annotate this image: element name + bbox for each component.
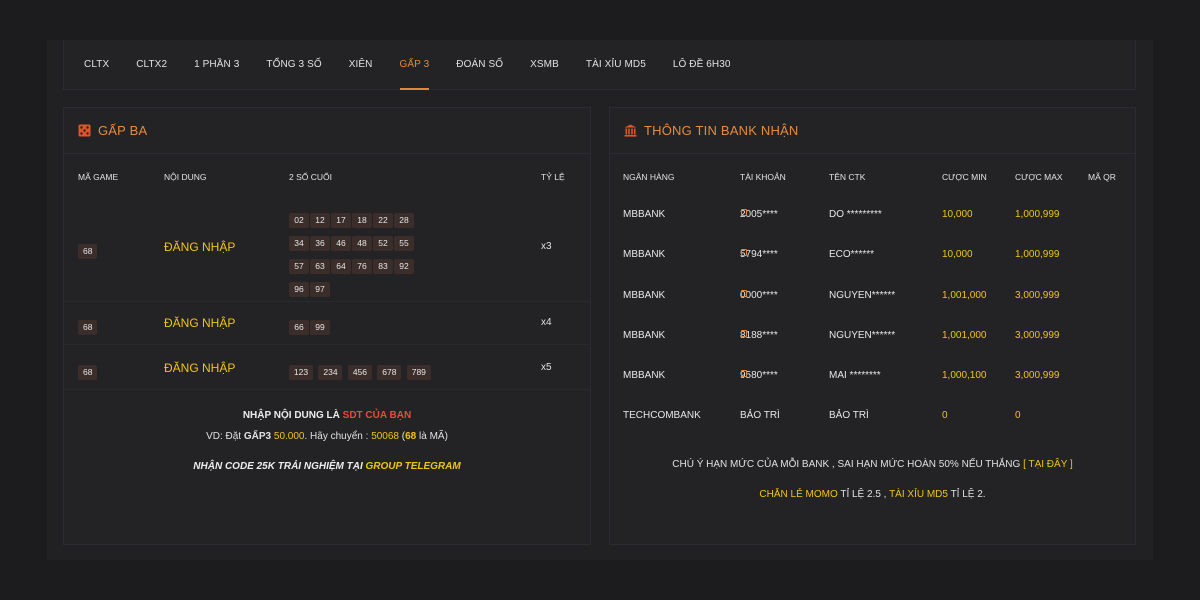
table-header: MÃ GAME NỘI DUNG 2 SỐ CUỐI TỶ LỆ bbox=[64, 172, 590, 190]
tai-day-link[interactable]: [ TẠI ĐÂY ] bbox=[1023, 459, 1073, 470]
copy-icon[interactable] bbox=[741, 370, 747, 377]
copy-icon[interactable] bbox=[741, 209, 747, 216]
group-telegram-link[interactable]: GROUP TELEGRAM bbox=[366, 461, 461, 472]
game-code: 68 bbox=[78, 317, 98, 335]
bank-name: MBBANK bbox=[623, 370, 666, 381]
tai-xiu-md5-link[interactable]: TÀI XỈU MD5 bbox=[889, 489, 948, 500]
col-ngan-hang: NGÂN HÀNG bbox=[623, 172, 675, 182]
chan-le-momo-link[interactable]: CHẴN LẺ MOMO bbox=[759, 489, 837, 500]
login-link[interactable]: ĐĂNG NHẬP bbox=[164, 361, 235, 375]
bank-name: MBBANK bbox=[623, 290, 666, 301]
col-ma-qr: MÃ QR bbox=[1088, 172, 1116, 182]
col-ty-le: TỶ LỆ bbox=[541, 172, 565, 182]
note-line-3: NHẬN CODE 25K TRẢI NGHIỆM TẠI GROUP TELE… bbox=[193, 461, 461, 472]
copy-icon[interactable] bbox=[741, 330, 747, 337]
account-holder: DO ********* bbox=[829, 209, 882, 220]
bank-name: MBBANK bbox=[623, 330, 666, 341]
bank-name: MBBANK bbox=[623, 209, 666, 220]
gap-ba-panel: GẤP BA MÃ GAME NỘI DUNG 2 SỐ CUỐI TỶ LỆ … bbox=[63, 107, 591, 545]
limit-note: CHÚ Ý HẠN MỨC CỦA MỖI BANK , SAI HẠN MỨC… bbox=[610, 459, 1135, 500]
tab-gap-3[interactable]: GẤP 3 bbox=[399, 40, 430, 90]
game-tabs: CLTX CLTX2 1 PHẦN 3 TỔNG 3 SỐ XIÊN GẤP 3… bbox=[63, 40, 1136, 90]
max-bet: 0 bbox=[1015, 410, 1021, 421]
account-holder: BẢO TRÌ bbox=[829, 410, 869, 421]
bank-name: TECHCOMBANK bbox=[623, 410, 701, 421]
login-link[interactable]: ĐĂNG NHẬP bbox=[164, 316, 235, 330]
tab-tai-xiu-md5[interactable]: TÀI XỈU MD5 bbox=[586, 40, 646, 90]
max-bet: 3,000,999 bbox=[1015, 290, 1060, 301]
min-bet: 1,001,000 bbox=[942, 290, 987, 301]
tab-doan-so[interactable]: ĐOÁN SỐ bbox=[456, 40, 503, 90]
col-ma-game: MÃ GAME bbox=[78, 172, 119, 182]
instruction-note: NHẬP NỘI DUNG LÀ SDT CỦA BẠN VD: Đặt GẤP… bbox=[64, 410, 590, 472]
min-bet: 1,001,000 bbox=[942, 330, 987, 341]
bank-info-header: THÔNG TIN BANK NHẬN bbox=[610, 108, 1135, 154]
account-holder: NGUYEN****** bbox=[829, 290, 896, 301]
tab-lo-de-6h30[interactable]: LÔ ĐỀ 6H30 bbox=[673, 40, 731, 90]
note-line-1: CHÚ Ý HẠN MỨC CỦA MỖI BANK , SAI HẠN MỨC… bbox=[672, 459, 1073, 470]
min-bet: 10,000 bbox=[942, 209, 973, 220]
tab-cltx2[interactable]: CLTX2 bbox=[136, 40, 167, 90]
max-bet: 3,000,999 bbox=[1015, 370, 1060, 381]
account-holder: ECO****** bbox=[829, 249, 875, 260]
col-cuoc-min: CƯỢC MIN bbox=[942, 172, 987, 182]
copy-icon[interactable] bbox=[741, 249, 747, 256]
bank-icon bbox=[624, 124, 637, 137]
bank-name: MBBANK bbox=[623, 249, 666, 260]
dice-icon bbox=[78, 124, 91, 137]
rate-value: x4 bbox=[541, 317, 552, 328]
col-2-so-cuoi: 2 SỐ CUỐI bbox=[289, 172, 332, 182]
tab-tong-3-so[interactable]: TỔNG 3 SỐ bbox=[266, 40, 321, 90]
panel-title: THÔNG TIN BANK NHẬN bbox=[644, 123, 799, 138]
table-row: 68 ĐĂNG NHẬP 66 99 x4 bbox=[64, 302, 590, 345]
tab-1-phan-3[interactable]: 1 PHẦN 3 bbox=[194, 40, 239, 90]
note-line-2: CHẴN LẺ MOMO TỈ LỆ 2.5 , TÀI XỈU MD5 TỈ … bbox=[759, 489, 986, 500]
account-holder: NGUYEN****** bbox=[829, 330, 896, 341]
number-list: 66 99 bbox=[289, 317, 331, 340]
account-number: BẢO TRÌ bbox=[740, 410, 780, 421]
col-noi-dung: NỘI DUNG bbox=[164, 172, 207, 182]
min-bet: 0 bbox=[942, 410, 948, 421]
number-list: 123 234 456 678 789 bbox=[289, 362, 439, 385]
rate-value: x5 bbox=[541, 362, 552, 373]
table-row: 68 ĐĂNG NHẬP 123 234 456 678 789 x5 bbox=[64, 345, 590, 390]
note-line-1: NHẬP NỘI DUNG LÀ SDT CỦA BẠN bbox=[242, 410, 412, 421]
game-code: 68 bbox=[78, 241, 98, 259]
col-ten-ctk: TÊN CTK bbox=[829, 172, 866, 182]
tab-xien[interactable]: XIÊN bbox=[349, 40, 373, 90]
col-cuoc-max: CƯỢC MAX bbox=[1015, 172, 1063, 182]
max-bet: 3,000,999 bbox=[1015, 330, 1060, 341]
note-line-2: VD: Đặt GẤP3 50.000. Hãy chuyển : 50068 … bbox=[206, 431, 448, 442]
table-row: 68 ĐĂNG NHẬP 02 12 17 18 22 28 34 36 46 48 52 55 5… bbox=[64, 201, 590, 302]
max-bet: 1,000,999 bbox=[1015, 209, 1060, 220]
panel-title: GẤP BA bbox=[98, 123, 148, 138]
account-holder: MAI ******** bbox=[829, 370, 881, 381]
login-link[interactable]: ĐĂNG NHẬP bbox=[164, 240, 235, 254]
copy-icon[interactable] bbox=[741, 290, 747, 297]
col-tai-khoan: TÀI KHOẢN bbox=[740, 172, 786, 182]
tab-cltx[interactable]: CLTX bbox=[84, 40, 109, 90]
tab-xsmb[interactable]: XSMB bbox=[530, 40, 559, 90]
min-bet: 1,000,100 bbox=[942, 370, 987, 381]
game-code: 68 bbox=[78, 362, 98, 380]
gap-ba-header: GẤP BA bbox=[64, 108, 590, 154]
number-list: 02 12 17 18 22 28 34 36 46 48 52 55 57 63 64 76 83 92 9… bbox=[289, 210, 429, 302]
min-bet: 10,000 bbox=[942, 249, 973, 260]
rate-value: x3 bbox=[541, 241, 552, 252]
max-bet: 1,000,999 bbox=[1015, 249, 1060, 260]
bank-info-panel: THÔNG TIN BANK NHẬN NGÂN HÀNG TÀI KHOẢN … bbox=[609, 107, 1136, 545]
